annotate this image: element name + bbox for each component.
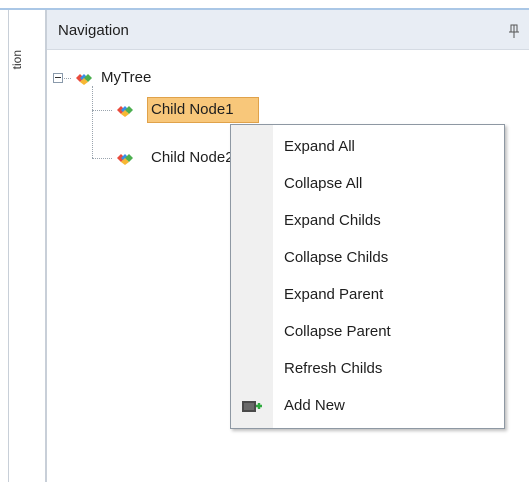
menu-item-label: Refresh Childs [284,360,383,377]
menu-item-label: Expand Childs [284,212,381,229]
menu-item-add-new[interactable]: Add New [231,387,504,424]
menu-item-label: Add New [284,397,345,414]
menu-item-expand-all[interactable]: Expand All [231,128,504,165]
tree-node-child-1[interactable]: Child Node1 [151,101,234,118]
window-top-accent [0,0,529,10]
menu-item-collapse-childs[interactable]: Collapse Childs [231,239,504,276]
menu-item-collapse-all[interactable]: Collapse All [231,165,504,202]
menu-item-expand-childs[interactable]: Expand Childs [231,202,504,239]
tree-node-root[interactable]: MyTree [101,69,151,86]
tree-connector [92,110,112,111]
tree-node-icon [76,74,92,85]
pane-header: Navigation [47,10,529,50]
menu-item-label: Collapse Parent [284,323,391,340]
tree-connector [92,158,112,159]
tree-node-child-2[interactable]: Child Node2 [151,149,234,166]
collapsed-side-panel[interactable]: tion [8,10,46,482]
menu-item-label: Collapse Childs [284,249,389,266]
collapse-toggle-icon[interactable] [53,73,63,83]
add-new-icon [242,401,262,412]
tree-node-icon [117,154,133,165]
pin-icon[interactable] [506,23,522,39]
tree-connector [64,78,71,79]
side-panel-label: tion [10,50,24,70]
menu-item-collapse-parent[interactable]: Collapse Parent [231,313,504,350]
context-menu: Expand All Collapse All Expand Childs Co… [230,124,505,429]
menu-item-expand-parent[interactable]: Expand Parent [231,276,504,313]
pane-title: Navigation [58,22,129,39]
tree-connector [92,86,93,158]
menu-item-label: Collapse All [284,175,363,192]
menu-item-label: Expand All [284,138,355,155]
tree-node-icon [117,106,133,117]
menu-item-label: Expand Parent [284,286,384,303]
menu-item-refresh-childs[interactable]: Refresh Childs [231,350,504,387]
